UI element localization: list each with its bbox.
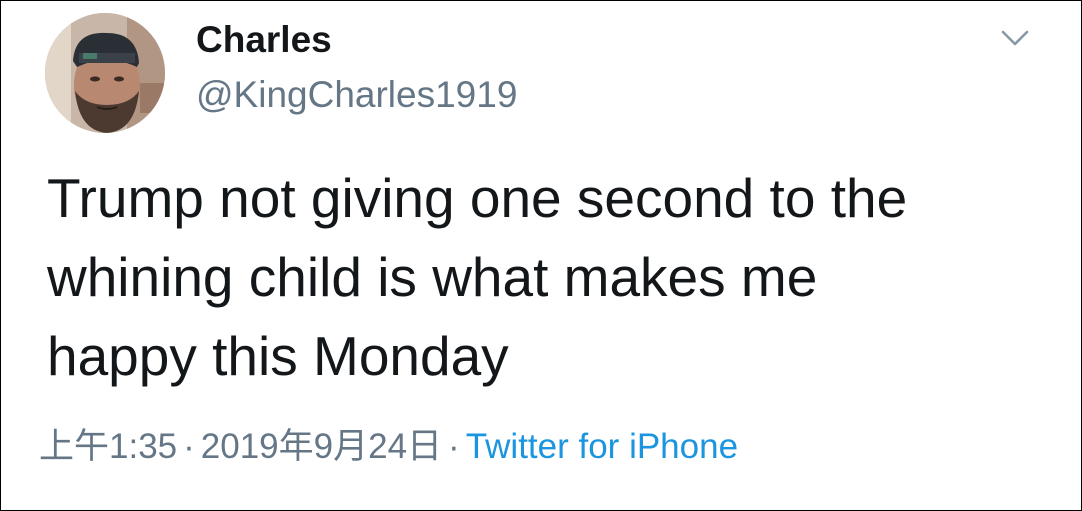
avatar[interactable] [45,13,165,133]
tweet-date[interactable]: 2019年9月24日 [201,427,442,466]
separator-dot: · [183,427,195,466]
tweet-text-line: whining child is what makes me [47,246,818,308]
tweet-text: Trump not giving one second to the whini… [47,159,1057,396]
tweet-card: Charles @KingCharles1919 Trump not givin… [0,0,1082,511]
display-name[interactable]: Charles [196,18,332,62]
tweet-source-link[interactable]: Twitter for iPhone [466,427,738,466]
tweet-time[interactable]: 上午1:35 [39,427,177,466]
tweet-text-line: happy this Monday [47,325,509,387]
tweet-metadata: 上午1:35 · 2019年9月24日 · Twitter for iPhone [39,425,738,469]
avatar-image [45,13,165,133]
handle[interactable]: @KingCharles1919 [196,73,517,117]
chevron-down-icon[interactable] [997,23,1033,53]
separator-dot: · [448,427,460,466]
tweet-text-line: Trump not giving one second to the [47,167,908,229]
